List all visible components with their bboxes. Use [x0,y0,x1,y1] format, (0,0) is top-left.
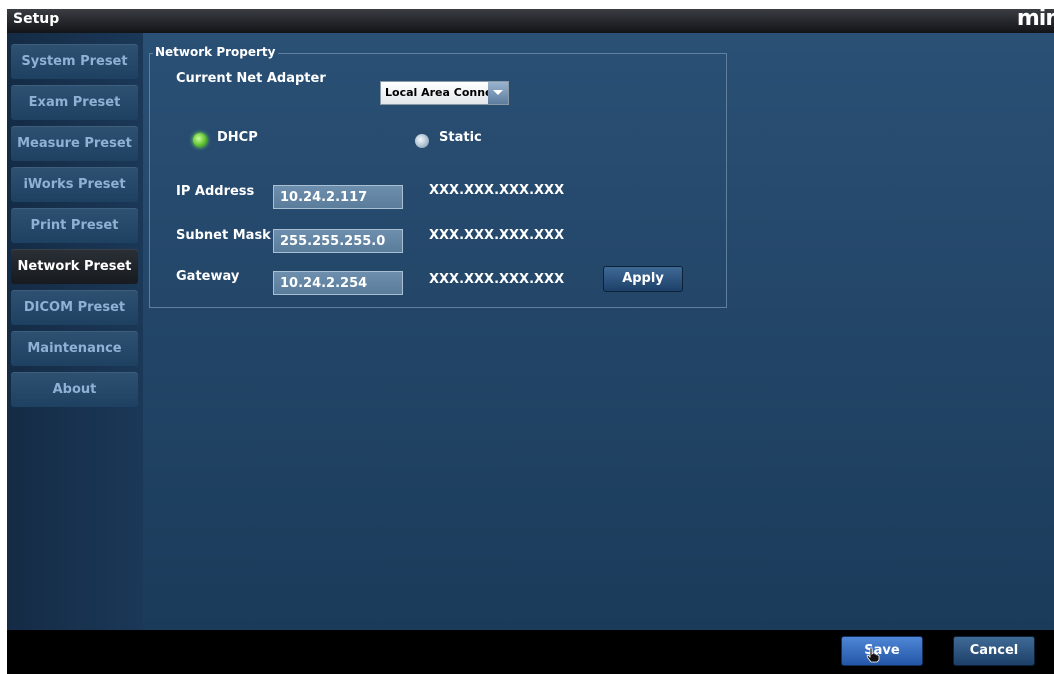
sidebar-item-exam-preset[interactable]: Exam Preset [11,85,138,120]
cancel-button[interactable]: Cancel [953,636,1035,666]
subnet-format-hint: XXX.XXX.XXX.XXX [429,228,565,243]
sidebar-item-maintenance[interactable]: Maintenance [11,331,138,366]
ip-format-hint: XXX.XXX.XXX.XXX [429,183,565,198]
setup-window: Setup min System Preset Exam Preset Meas… [7,9,1054,674]
dhcp-label: DHCP [217,130,258,145]
sidebar-item-about[interactable]: About [11,372,138,407]
dhcp-radio[interactable] [193,133,207,147]
sidebar: System Preset Exam Preset Measure Preset… [7,33,143,630]
apply-button[interactable]: Apply [603,266,683,292]
sidebar-item-dicom-preset[interactable]: DICOM Preset [11,290,138,325]
sidebar-item-print-preset[interactable]: Print Preset [11,208,138,243]
subnet-mask-label: Subnet Mask [176,228,271,243]
brand-logo: min [1016,9,1054,31]
hand-pointer-icon [866,647,880,667]
gateway-field[interactable]: 10.24.2.254 [273,271,403,295]
ip-address-label: IP Address [176,184,255,199]
save-button[interactable]: Save [841,636,923,666]
gateway-format-hint: XXX.XXX.XXX.XXX [429,272,565,287]
group-title: Network Property [153,45,278,59]
sidebar-item-network-preset[interactable]: Network Preset [11,249,138,284]
chevron-down-icon[interactable] [488,82,508,104]
static-radio[interactable] [415,134,429,148]
title-bar: Setup min [7,9,1054,33]
gateway-label: Gateway [176,269,240,284]
network-preset-panel: Network Property Current Net Adapter Loc… [143,33,1054,630]
subnet-mask-field[interactable]: 255.255.255.0 [273,229,403,253]
adapter-select[interactable]: Local Area Connec [380,81,509,105]
footer-bar: Save Cancel [7,630,1054,674]
sidebar-item-system-preset[interactable]: System Preset [11,44,138,79]
adapter-select-value: Local Area Connec [385,86,489,99]
window-title: Setup [13,11,60,27]
ip-address-field[interactable]: 10.24.2.117 [273,185,403,209]
sidebar-item-measure-preset[interactable]: Measure Preset [11,126,138,161]
static-label: Static [439,130,482,145]
adapter-label: Current Net Adapter [176,71,326,86]
sidebar-item-iworks-preset[interactable]: iWorks Preset [11,167,138,202]
